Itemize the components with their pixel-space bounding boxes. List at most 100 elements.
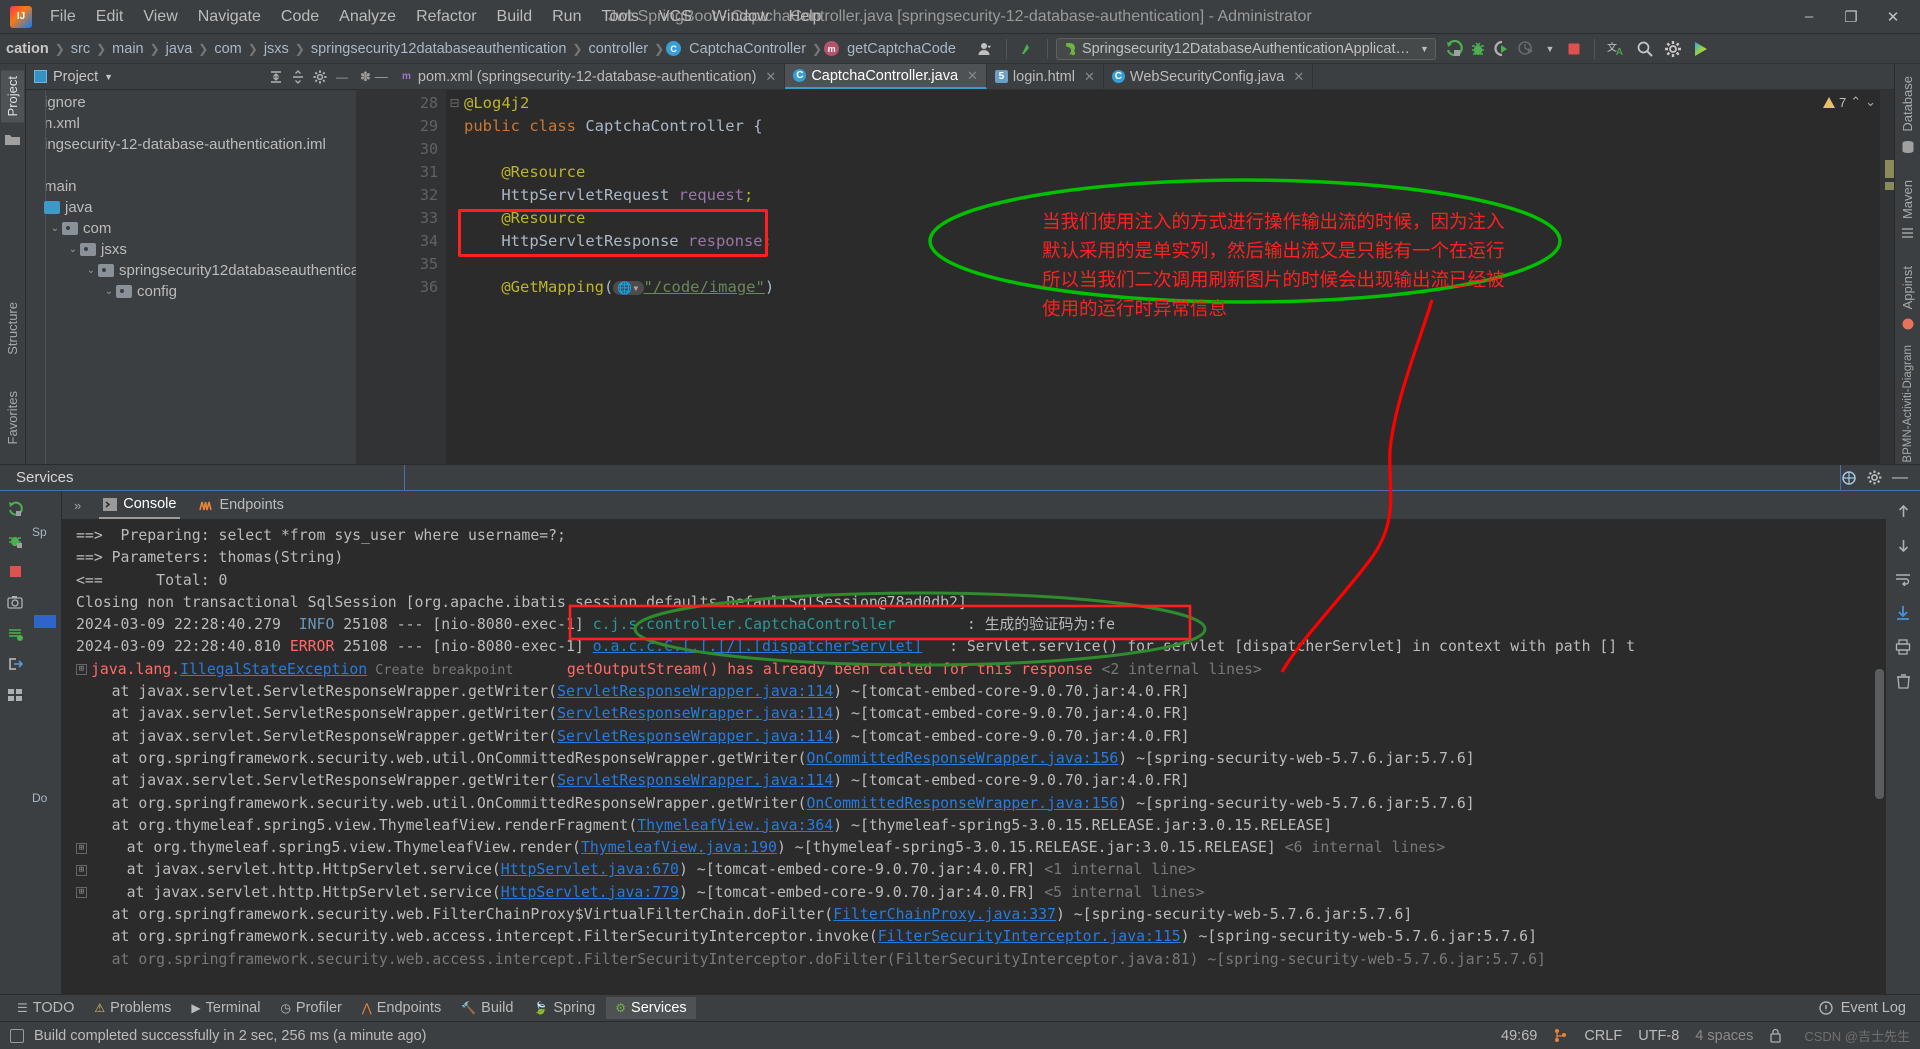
console-line[interactable]: ⊞ at javax.servlet.http.HttpServlet.serv… xyxy=(62,859,1886,881)
scroll-up-icon[interactable] xyxy=(1893,501,1913,521)
sidebar-item-structure[interactable]: Structure xyxy=(1,296,24,361)
tree-node[interactable]: n.xml xyxy=(26,113,356,134)
code-editor[interactable]: 28 29 30 31 32 33 34 35 36 ⊟ @Log4j2 public class … xyxy=(356,90,1894,464)
code-line[interactable]: ⊟ @Log4j2 xyxy=(446,92,1880,115)
console-line[interactable]: at javax.servlet.ServletResponseWrapper.… xyxy=(62,726,1886,748)
pin-icon[interactable]: ✽ xyxy=(360,69,371,85)
fold-toggle-icon[interactable]: ⊞ xyxy=(76,664,87,676)
menu-item-edit[interactable]: Edit xyxy=(86,3,134,31)
console-text[interactable]: OnCommittedResponseWrapper.java:156 xyxy=(807,795,1119,812)
console-line[interactable]: at org.springframework.security.web.util… xyxy=(62,748,1886,770)
console-text[interactable]: OnCommittedResponseWrapper.java:156 xyxy=(807,750,1119,767)
breadcrumb-item-7[interactable]: controller xyxy=(584,39,652,59)
editor-tab-0[interactable]: m pom.xml (springsecurity-12-database-aut… xyxy=(392,64,786,89)
tree-node[interactable]: ⌄ com xyxy=(26,218,356,239)
console-line[interactable]: 2024-03-09 22:28:40.810 ERROR 25108 --- … xyxy=(62,636,1886,658)
caret-position[interactable]: 49:69 xyxy=(1501,1028,1537,1044)
maven-icon[interactable] xyxy=(1899,227,1917,240)
console-line[interactable]: at org.springframework.security.web.util… xyxy=(62,793,1886,815)
breadcrumb-item-2[interactable]: main xyxy=(108,39,147,59)
vcs-update-icon[interactable] xyxy=(1015,38,1039,60)
exit-icon[interactable] xyxy=(5,654,25,674)
close-icon[interactable]: ✕ xyxy=(765,69,776,85)
overflow-chevron-icon[interactable]: » xyxy=(70,498,85,513)
close-icon[interactable]: ✕ xyxy=(1084,69,1095,85)
menu-item-refactor[interactable]: Refactor xyxy=(406,3,486,31)
close-button[interactable]: ✕ xyxy=(1872,2,1914,32)
tree-node[interactable]: ⌄ config xyxy=(26,281,356,302)
breadcrumb-item-8[interactable]: C CaptchaController xyxy=(666,39,810,59)
fold-toggle-icon[interactable]: ⊞ xyxy=(76,887,87,899)
folder-icon[interactable] xyxy=(4,130,22,148)
run-icon[interactable] xyxy=(1442,38,1466,60)
hide-panel-icon[interactable]: — xyxy=(1892,469,1908,487)
console-line[interactable]: 2024-03-09 22:28:40.279 INFO 25108 --- [… xyxy=(62,614,1886,636)
hide-icon[interactable]: — xyxy=(375,69,388,84)
project-tree[interactable]: ignore n.xml ingsecurity-12-database-authe… xyxy=(26,90,356,464)
code-line[interactable]: @GetMapping(🌐▾ "/code/image") xyxy=(446,276,1880,299)
stop-icon[interactable] xyxy=(5,561,25,581)
chevron-down-icon[interactable]: ▼ xyxy=(104,72,113,82)
event-log-label[interactable]: Event Log xyxy=(1841,1000,1906,1016)
services-tree[interactable]: Sp Do xyxy=(30,491,62,994)
stop-icon[interactable] xyxy=(1562,38,1586,60)
tree-node[interactable]: ⌄ springsecurity12databaseauthentication xyxy=(26,260,356,281)
console-text[interactable]: FilterSecurityInterceptor.java:115 xyxy=(878,928,1181,945)
tool-tab-spring[interactable]: 🍃 Spring xyxy=(524,997,604,1019)
console-line[interactable]: at org.springframework.security.web.Filt… xyxy=(62,904,1886,926)
code-line[interactable] xyxy=(446,253,1880,276)
tool-tab-todo[interactable]: ☰ TODO xyxy=(8,997,83,1019)
console-text[interactable]: ServletResponseWrapper.java:114 xyxy=(557,705,833,722)
sidebar-item-database[interactable]: Database xyxy=(1896,70,1919,138)
run-configuration-selector[interactable]: Springsecurity12DatabaseAuthenticationAp… xyxy=(1055,37,1436,60)
close-icon[interactable]: ✕ xyxy=(967,68,978,84)
menu-item-help[interactable]: Help xyxy=(779,3,832,31)
source-code[interactable]: ⊟ @Log4j2 public class CaptchaController {… xyxy=(446,90,1880,464)
hide-panel-icon[interactable]: — xyxy=(332,67,352,87)
chevron-down-icon[interactable]: ▼ xyxy=(1538,38,1562,60)
translate-icon[interactable]: 文A xyxy=(1603,38,1631,60)
line-separator[interactable]: CRLF xyxy=(1584,1028,1622,1044)
console-line[interactable]: ==> Parameters: thomas(String) xyxy=(62,547,1886,569)
fold-toggle-icon[interactable]: ⊞ xyxy=(76,864,87,876)
code-line[interactable]: HttpServletRequest request; xyxy=(446,184,1880,207)
sidebar-item-maven[interactable]: Maven xyxy=(1896,174,1919,225)
app-insight-icon[interactable] xyxy=(1899,317,1917,331)
console-text[interactable]: FilterChainProxy.java:337 xyxy=(833,906,1056,923)
expand-all-icon[interactable] xyxy=(266,67,286,87)
menu-item-navigate[interactable]: Navigate xyxy=(188,3,271,31)
console-line[interactable]: at org.springframework.security.web.acce… xyxy=(62,949,1886,971)
console-scrollbar[interactable] xyxy=(1875,669,1884,799)
breadcrumb-item-0[interactable]: cation xyxy=(2,39,53,59)
code-line[interactable] xyxy=(446,138,1880,161)
rerun-icon[interactable] xyxy=(5,499,25,519)
sidebar-item-project[interactable]: Project xyxy=(1,70,24,123)
console-line[interactable]: at javax.servlet.ServletResponseWrapper.… xyxy=(62,770,1886,792)
user-avatar-icon[interactable] xyxy=(974,38,998,60)
console-text[interactable]: ThymeleafView.java:364 xyxy=(637,817,833,834)
services-tree-node-2[interactable]: Do xyxy=(32,791,47,805)
console-line[interactable]: ⊞ at org.thymeleaf.spring5.view.Thymelea… xyxy=(62,837,1886,859)
console-text[interactable]: HttpServlet.java:670 xyxy=(501,861,679,878)
tool-tab-terminal[interactable]: ▶ Terminal xyxy=(182,997,269,1019)
console-line[interactable]: at org.thymeleaf.spring5.view.ThymeleafV… xyxy=(62,815,1886,837)
breadcrumb-item-6[interactable]: springsecurity12databaseauthentication xyxy=(307,39,571,59)
code-line[interactable]: HttpServletResponse response; xyxy=(446,230,1880,253)
services-filter-icon[interactable] xyxy=(1841,470,1857,486)
services-tree-node[interactable]: Sp xyxy=(30,491,61,539)
chevron-down-icon[interactable]: ⌄ xyxy=(84,265,98,276)
tool-tab-services[interactable]: ⚙ Services xyxy=(606,997,696,1019)
chevron-down-icon[interactable]: ⌄ xyxy=(102,286,116,297)
console-output[interactable]: ==> Preparing: select *from sys_user whe… xyxy=(62,519,1886,994)
tree-node[interactable] xyxy=(26,155,356,176)
debug-icon[interactable] xyxy=(5,530,25,550)
chevron-down-icon[interactable]: ⌄ xyxy=(66,244,80,255)
console-text[interactable]: ServletResponseWrapper.java:114 xyxy=(557,683,833,700)
console-text[interactable]: ThymeleafView.java:190 xyxy=(581,839,777,856)
chevron-down-icon[interactable]: ▼ xyxy=(1420,44,1429,54)
console-text[interactable]: HttpServlet.java:779 xyxy=(501,884,679,901)
run-with-coverage-icon[interactable] xyxy=(1490,38,1514,60)
debug-icon[interactable] xyxy=(1466,38,1490,60)
console-text[interactable]: o.a.c.c.C.[.[.[/].[dispatcherServlet] xyxy=(593,638,923,655)
clear-all-icon[interactable] xyxy=(1893,671,1913,691)
